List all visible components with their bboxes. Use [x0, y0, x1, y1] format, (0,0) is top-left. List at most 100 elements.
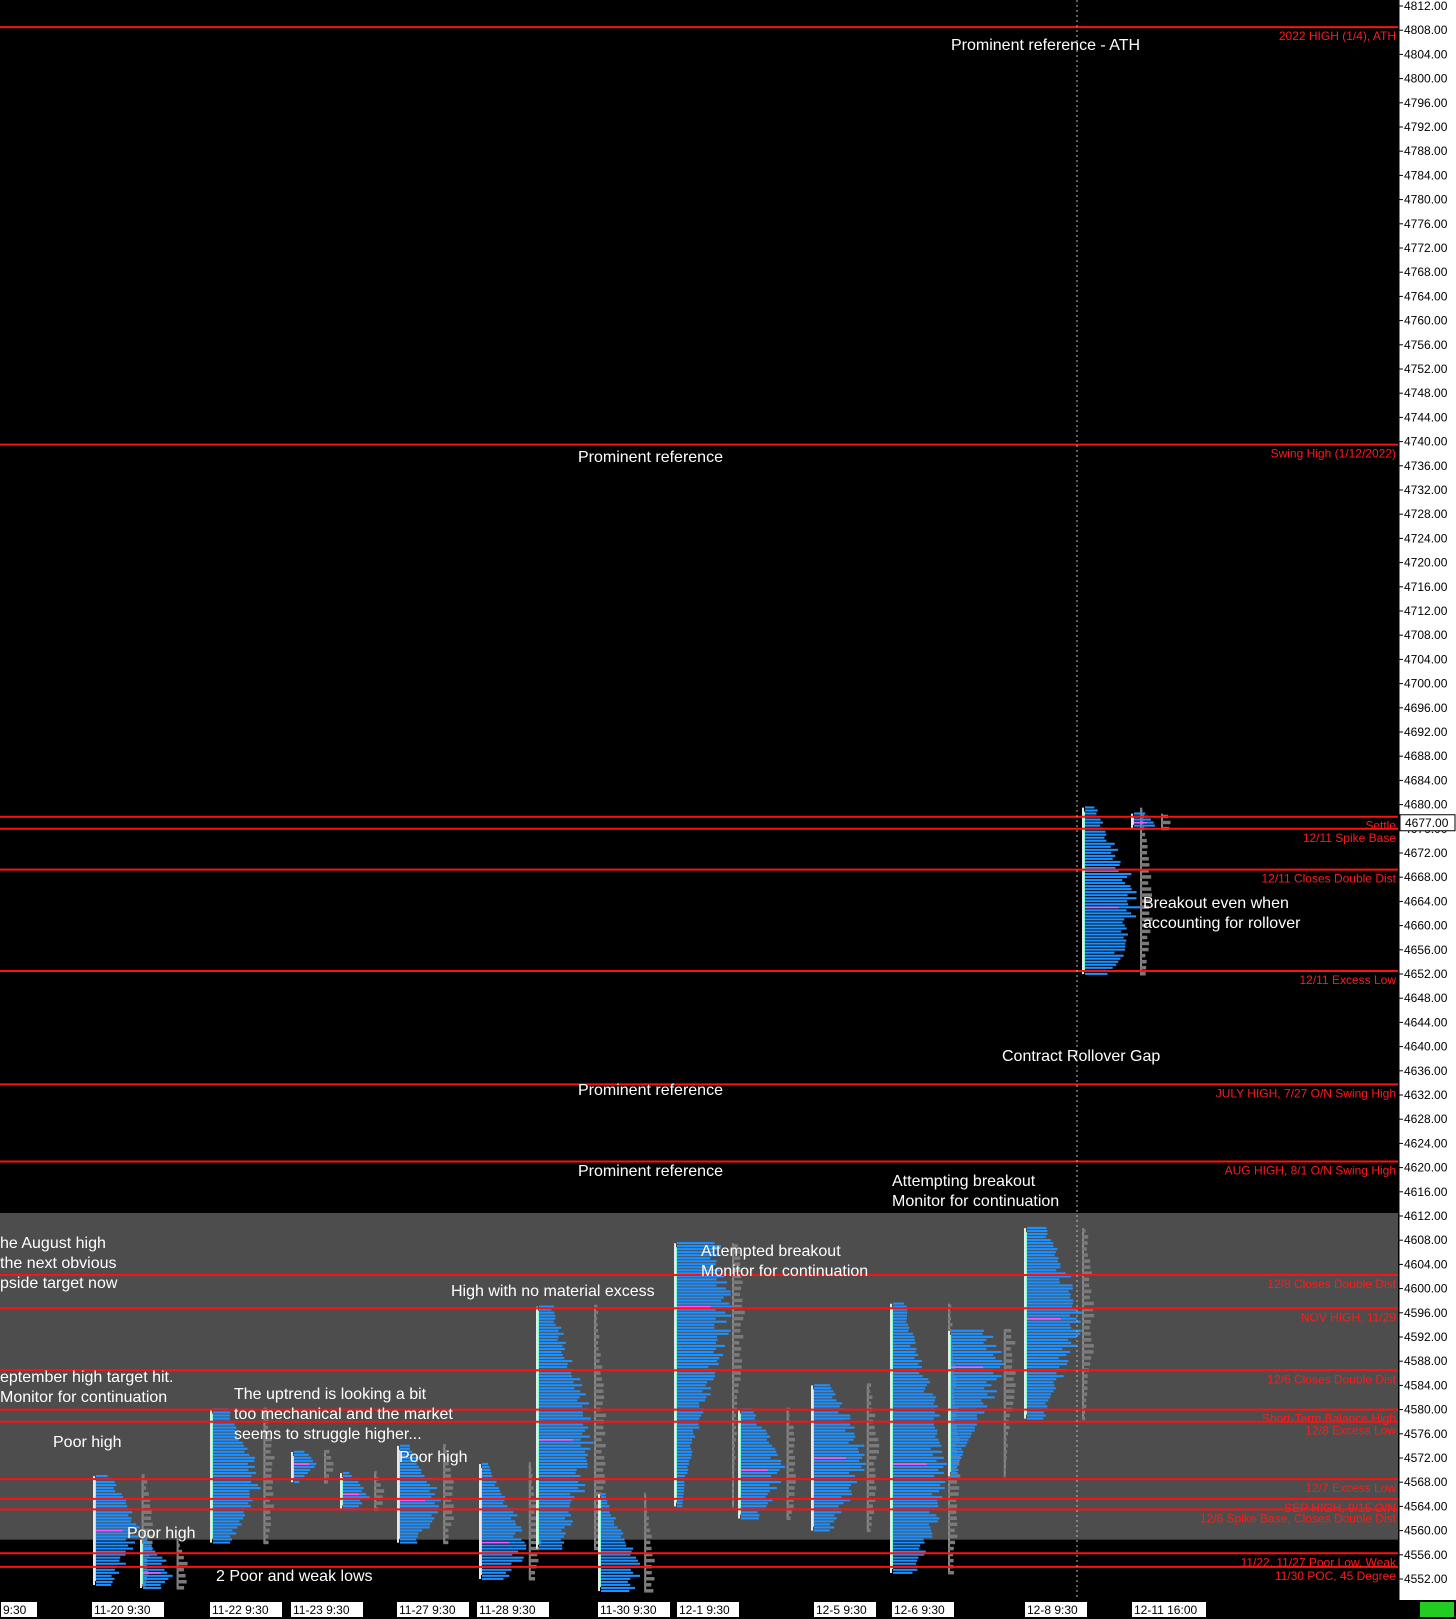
date-tick: 11-30 9:30	[598, 1602, 670, 1617]
volume-row	[786, 1425, 794, 1430]
tpo-row	[1027, 1284, 1073, 1287]
tpo-row	[601, 1574, 641, 1577]
tpo-row	[400, 1541, 418, 1544]
tpo-row	[951, 1414, 977, 1417]
tpo-row	[96, 1532, 131, 1535]
date-axis[interactable]: 9:30 11-20 9:30 11-22 9:30 11-23 9:30 11-27 …	[0, 1600, 1456, 1619]
tpo-row	[1085, 942, 1126, 945]
tpo-row	[893, 1520, 938, 1523]
date-tick: 11-22 9:30	[210, 1602, 282, 1617]
volume-row	[324, 1462, 334, 1466]
tpo-row	[677, 1505, 683, 1508]
volume-row	[732, 1456, 736, 1460]
tpo-row	[893, 1332, 913, 1335]
tpo-row	[143, 1586, 162, 1589]
tpo-row	[294, 1456, 312, 1459]
volume-row	[948, 1322, 953, 1327]
volume-row	[594, 1365, 603, 1369]
tpo-row	[814, 1459, 860, 1462]
tpo-row	[951, 1381, 987, 1384]
tpo-row	[539, 1323, 556, 1326]
tpo-row	[814, 1396, 833, 1399]
volume-row	[176, 1580, 187, 1584]
volume-row	[594, 1437, 602, 1442]
tpo-row	[213, 1520, 240, 1523]
tpo-row	[601, 1580, 628, 1583]
session-range-accent	[1133, 817, 1134, 825]
tpo-row	[893, 1447, 931, 1450]
volume-row	[528, 1510, 535, 1514]
volume-row	[594, 1395, 605, 1399]
tpo-row	[951, 1459, 960, 1462]
tpo-row	[400, 1471, 422, 1475]
price-axis[interactable]: 4812.00 4808.00 4804.00 4800.00 4796.00 4792.…	[1398, 0, 1456, 1619]
tpo-row	[482, 1571, 507, 1574]
volume-row	[528, 1522, 536, 1527]
volume-row	[528, 1462, 531, 1466]
tpo-row	[143, 1583, 161, 1586]
tpo-row	[1085, 872, 1132, 876]
tpo-row	[814, 1474, 855, 1478]
session-range-bar	[291, 1451, 293, 1483]
tpo-row	[294, 1471, 308, 1475]
annotation-text: accounting for rollover	[1143, 915, 1301, 932]
tpo-row	[601, 1586, 636, 1589]
tpo-row	[1027, 1232, 1048, 1236]
tpo-row	[482, 1544, 527, 1547]
volume-row	[594, 1310, 598, 1315]
tpo-row	[951, 1387, 985, 1390]
volume-row	[443, 1540, 449, 1545]
tpo-row	[951, 1372, 994, 1375]
tpo-row	[539, 1544, 563, 1547]
volume-row	[1003, 1413, 1010, 1418]
price-tick-label: 4664.00	[1404, 894, 1448, 908]
volume-row	[263, 1474, 272, 1478]
tpo-row	[539, 1366, 568, 1369]
tpo-row	[677, 1260, 717, 1263]
volume-row	[594, 1371, 601, 1375]
tpo-row	[601, 1502, 608, 1505]
volume-row	[1082, 1301, 1094, 1306]
volume-row	[1082, 1386, 1088, 1390]
volume-row	[732, 1443, 736, 1448]
tpo-row	[893, 1375, 923, 1378]
tpo-row	[1027, 1266, 1061, 1269]
volume-row	[732, 1449, 735, 1454]
tpo-row	[400, 1465, 419, 1468]
price-tick-label: 4696.00	[1404, 701, 1448, 715]
tpo-row	[893, 1474, 935, 1478]
tpo-row	[601, 1514, 611, 1517]
tpo-row	[482, 1538, 522, 1541]
tpo-row	[539, 1529, 562, 1532]
volume-row	[866, 1474, 876, 1478]
tpo-row	[1027, 1229, 1048, 1233]
tpo-row	[951, 1411, 985, 1414]
session-range-bar	[674, 1243, 676, 1507]
tpo-row	[1027, 1384, 1055, 1387]
volume-row	[732, 1413, 736, 1418]
tpo-row	[677, 1441, 692, 1444]
volume-row	[528, 1516, 537, 1520]
tpo-row	[677, 1471, 688, 1475]
level-label: 12/8 Closes Double Dist	[1267, 1277, 1396, 1291]
tpo-row	[539, 1384, 583, 1387]
price-tick-label: 4792.00	[1404, 120, 1448, 134]
price-tick-label: 4568.00	[1404, 1475, 1448, 1489]
level-label: 12/6 Closes Double Dist	[1267, 1372, 1396, 1386]
tpo-row	[539, 1435, 590, 1438]
tpo-row	[539, 1402, 590, 1405]
tpo-row	[96, 1559, 120, 1562]
tpo-row	[343, 1502, 363, 1505]
tpo-row	[893, 1559, 918, 1562]
tpo-row	[539, 1335, 559, 1338]
volume-row	[263, 1449, 271, 1454]
volume-row	[644, 1583, 652, 1587]
tpo-row	[1085, 863, 1120, 866]
tpo-row	[482, 1493, 502, 1496]
price-tick-label: 4688.00	[1404, 749, 1448, 763]
tpo-row	[1027, 1372, 1057, 1375]
session-range-accent	[293, 1455, 294, 1479]
tpo-row	[539, 1517, 566, 1520]
tpo-row	[213, 1490, 250, 1493]
tpo-row	[539, 1375, 572, 1378]
